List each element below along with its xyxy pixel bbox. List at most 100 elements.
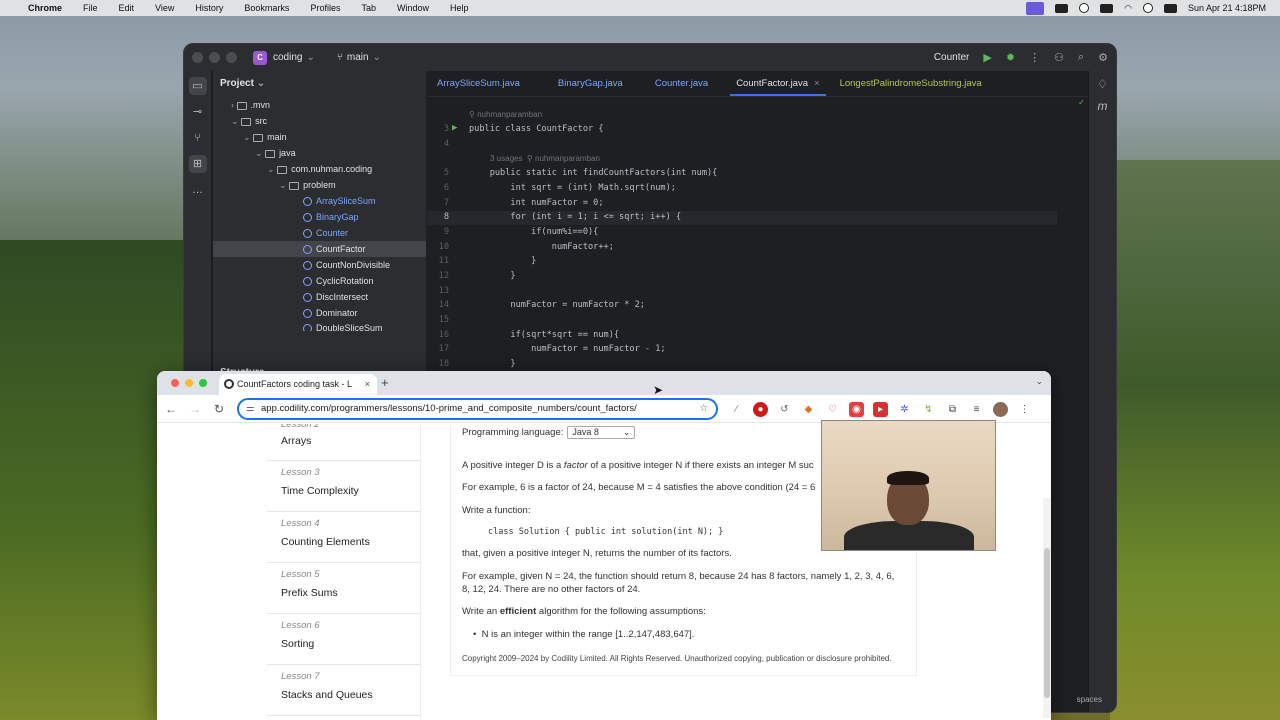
project-pane-title[interactable]: Project (220, 78, 254, 89)
menu-window[interactable]: Window (397, 3, 429, 13)
tab-longestpalindromesubstring[interactable]: LongestPalindromeSubstring.java (830, 71, 992, 96)
menu-view[interactable]: View (155, 3, 174, 13)
status-bar-indent[interactable]: spaces (1077, 695, 1102, 704)
branch-switcher[interactable]: main (347, 52, 369, 63)
control-center-icon[interactable] (1163, 3, 1177, 13)
tree-file[interactable]: DoubleSliceSum (213, 321, 426, 331)
youtube-extension-icon[interactable]: ▸ (873, 401, 888, 417)
tree-item[interactable]: ⌄ src (213, 113, 426, 129)
tree-file[interactable]: BinaryGap (213, 209, 426, 225)
tree-item[interactable]: ⌄ com.nuhman.coding (213, 161, 426, 177)
inspection-ok-icon[interactable]: ✓ (1079, 98, 1084, 108)
address-bar[interactable]: ⚌ app.codility.com/programmers/lessons/1… (237, 398, 718, 420)
structure-icon[interactable]: ⊞ (188, 155, 207, 173)
tree-item-label: CyclicRotation (316, 276, 374, 286)
menu-edit[interactable]: Edit (119, 3, 135, 13)
notifications-icon[interactable]: ♢ (1089, 77, 1116, 91)
ai-assistant-icon[interactable]: m (1089, 99, 1116, 113)
menu-help[interactable]: Help (450, 3, 469, 13)
tab-counter[interactable]: Counter.java (645, 71, 718, 96)
usages-hint[interactable]: 3 usages ⚲ nuhmanparamban (490, 154, 600, 163)
menu-tab[interactable]: Tab (361, 3, 376, 13)
gear-extension-icon[interactable]: ✲ (897, 402, 912, 417)
megaphone-extension-icon[interactable]: ◆ (801, 402, 816, 417)
scrollbar-thumb[interactable] (1044, 548, 1050, 698)
tab-arrayslicesum[interactable]: ArraySliceSum.java (427, 71, 530, 96)
site-info-icon[interactable]: ⚌ (246, 400, 255, 418)
reading-list-icon[interactable]: ≡ (969, 402, 984, 417)
tab-binarygap[interactable]: BinaryGap.java (548, 71, 633, 96)
play-icon[interactable] (1079, 3, 1090, 13)
menu-app-name[interactable]: Chrome (28, 3, 62, 13)
zoom-window-button[interactable] (199, 379, 207, 387)
tree-item[interactable]: ⌄ java (213, 145, 426, 161)
bookmark-star-icon[interactable]: ☆ (699, 400, 708, 418)
forward-arrow-icon[interactable]: → (183, 402, 207, 416)
refresh-extension-icon[interactable]: ↺ (777, 402, 792, 417)
project-switcher[interactable]: coding (273, 52, 302, 63)
ide-close-button[interactable] (192, 52, 203, 63)
lesson-title: Stacks and Queues (281, 689, 373, 701)
tree-file[interactable]: CountNonDivisible (213, 257, 426, 273)
tree-file[interactable]: Counter (213, 225, 426, 241)
more-tools-icon[interactable]: … (189, 181, 207, 199)
chrome-menu-icon[interactable]: ⋮ (1017, 402, 1032, 417)
close-icon[interactable]: × (814, 78, 820, 89)
adblock-extension-icon[interactable]: ● (753, 401, 768, 417)
minimize-window-button[interactable] (185, 379, 193, 387)
lesson-item[interactable]: Lesson 4 Counting Elements (267, 512, 420, 563)
browser-tab-active[interactable]: CountFactors coding task - L × (219, 374, 377, 395)
tree-file-selected[interactable]: CountFactor (213, 241, 426, 257)
reload-icon[interactable]: ↻ (207, 402, 231, 416)
battery-icon[interactable] (1100, 3, 1114, 13)
lesson-item[interactable]: Lesson 2 Arrays (267, 424, 420, 461)
tree-file[interactable]: Dominator (213, 305, 426, 321)
record-extension-icon[interactable]: ◉ (849, 401, 864, 417)
menu-bookmarks[interactable]: Bookmarks (244, 3, 289, 13)
lesson-item[interactable]: Lesson 5 Prefix Sums (267, 563, 420, 614)
tree-item[interactable]: › .mvn (213, 97, 426, 113)
bolt-extension-icon[interactable]: ↯ (921, 402, 936, 417)
tree-file[interactable]: DiscIntersect (213, 289, 426, 305)
tab-search-chevron-icon[interactable]: ⌄ (1035, 376, 1043, 387)
menu-file[interactable]: File (83, 3, 98, 13)
debug-icon[interactable]: ✹ (1006, 51, 1015, 64)
run-gutter-icon[interactable]: ▶ (452, 123, 457, 133)
tree-item[interactable]: ⌄ problem (213, 177, 426, 193)
search-icon[interactable] (1142, 3, 1153, 13)
tree-file[interactable]: CyclicRotation (213, 273, 426, 289)
tab-countfactor[interactable]: CountFactor.java × (726, 71, 829, 96)
run-icon[interactable]: ▶ (983, 51, 991, 64)
search-icon[interactable]: ⌕ (1078, 51, 1084, 64)
close-window-button[interactable] (171, 379, 179, 387)
lesson-item[interactable]: Lesson 7 Stacks and Queues (267, 665, 420, 716)
menu-profiles[interactable]: Profiles (310, 3, 340, 13)
close-tab-icon[interactable]: × (365, 374, 370, 395)
pen-extension-icon[interactable]: ⁄ (729, 402, 744, 417)
lesson-item[interactable]: Lesson 6 Sorting (267, 614, 420, 665)
back-arrow-icon[interactable]: ← (159, 402, 183, 416)
more-icon[interactable]: ⋮ (1029, 51, 1040, 64)
ide-minimize-button[interactable] (209, 52, 220, 63)
wifi-icon[interactable]: ◠ (1124, 3, 1132, 14)
puzzle-extensions-icon[interactable]: ⧉ (945, 402, 960, 417)
tree-item[interactable]: ⌄ main (213, 129, 426, 145)
tree-file[interactable]: ArraySliceSum (213, 193, 426, 209)
run-config-selector[interactable]: Counter (934, 52, 970, 63)
menubar-clock[interactable]: Sun Apr 21 4:18PM (1188, 3, 1266, 13)
add-user-icon[interactable]: ⚇ (1054, 51, 1064, 64)
language-select[interactable]: Java 8 ⌄ (567, 426, 636, 439)
lesson-item[interactable]: Lesson 3 Time Complexity (267, 461, 420, 512)
settings-gear-icon[interactable]: ⚙ (1098, 51, 1108, 64)
pull-requests-icon[interactable]: ⑂ (189, 129, 207, 147)
profile-avatar[interactable] (993, 401, 1008, 417)
page-scrollbar[interactable] (1043, 498, 1051, 718)
screen-record-icon[interactable] (1026, 1, 1045, 15)
pocket-extension-icon[interactable]: ♡ (825, 402, 840, 417)
status-icon[interactable] (1055, 3, 1069, 13)
commit-icon[interactable]: ⊸ (189, 103, 207, 121)
ide-zoom-button[interactable] (226, 52, 237, 63)
folder-icon[interactable]: ▭ (188, 77, 207, 95)
new-tab-plus-icon[interactable]: + (381, 375, 389, 390)
menu-history[interactable]: History (195, 3, 223, 13)
